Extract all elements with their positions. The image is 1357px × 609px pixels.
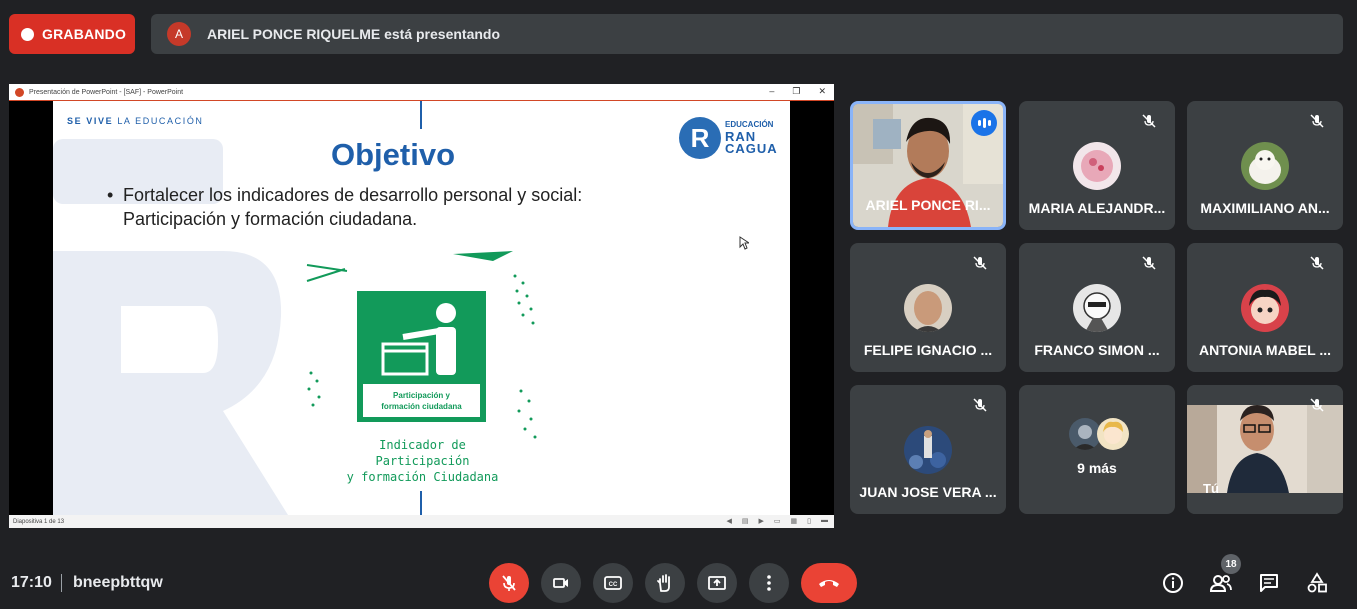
control-bar: 17:10 bneepbttqw CC 18 xyxy=(0,554,1357,609)
mic-off-icon xyxy=(502,575,516,591)
mic-off-icon xyxy=(1142,114,1156,128)
more-participants-tile[interactable]: 9 más xyxy=(1019,385,1175,514)
participant-name: MAXIMILIANO AN... xyxy=(1200,200,1330,216)
meet-window: GRABANDO A ARIEL PONCE RIQUELME está pre… xyxy=(0,0,1357,609)
present-icon xyxy=(708,576,726,590)
mic-off-icon xyxy=(973,256,987,270)
svg-text:CC: CC xyxy=(609,582,618,588)
more-options-button[interactable] xyxy=(749,563,789,603)
mic-off-icon xyxy=(1310,398,1324,412)
prev-slide-icon: ◀ xyxy=(726,518,732,525)
meeting-time: 17:10 xyxy=(11,574,52,591)
participant-count-badge: 18 xyxy=(1221,554,1241,574)
minimize-icon: – xyxy=(769,86,775,96)
participant-tile-presenter[interactable]: ARIEL PONCE RI... xyxy=(850,101,1006,230)
slide-bullet: • Fortalecer los indicadores de desarrol… xyxy=(107,185,583,229)
chat-icon xyxy=(1260,574,1278,592)
avatar xyxy=(904,284,952,332)
slide-title: Objetivo xyxy=(331,137,456,172)
self-view-tile[interactable]: Tú xyxy=(1187,385,1343,514)
powerpoint-window-title: Presentación de PowerPoint - [SAF] - Pow… xyxy=(29,88,184,96)
slide-menu-icon: ▤ xyxy=(741,518,749,525)
participant-tile[interactable]: MAXIMILIANO AN... xyxy=(1187,101,1343,230)
participant-tile[interactable]: JUAN JOSE VERA ... xyxy=(850,385,1006,514)
participant-tile[interactable]: FRANCO SIMON ... xyxy=(1019,243,1175,372)
powerpoint-icon xyxy=(15,87,24,97)
end-call-icon xyxy=(819,580,839,587)
mic-off-icon xyxy=(973,398,987,412)
chat-button[interactable] xyxy=(1256,570,1282,596)
participant-name: MARIA ALEJANDR... xyxy=(1028,200,1166,216)
participant-tile[interactable]: FELIPE IGNACIO ... xyxy=(850,243,1006,372)
participant-name: ANTONIA MABEL ... xyxy=(1199,342,1331,358)
end-call-button[interactable] xyxy=(801,563,857,603)
captions-button[interactable]: CC xyxy=(593,563,633,603)
raise-hand-icon xyxy=(657,574,670,592)
slide-divider-bottom xyxy=(420,491,422,515)
mic-off-icon xyxy=(1142,256,1156,270)
next-slide-icon: ▶ xyxy=(758,518,764,525)
participant-name: ARIEL PONCE RI... xyxy=(865,197,991,213)
mic-toggle-button[interactable] xyxy=(489,563,529,603)
participation-indicator-icon: Participación y formación ciudadana xyxy=(357,291,486,422)
avatar xyxy=(1241,284,1289,332)
divider xyxy=(61,574,62,592)
record-dot-icon xyxy=(21,27,34,41)
participant-tile[interactable]: MARIA ALEJANDR... xyxy=(1019,101,1175,230)
powerpoint-statusbar: Diapositiva 1 de 13 ◀ ▤ ▶ ▭ ▦ ▯ ▬ xyxy=(9,515,834,528)
info-icon xyxy=(1163,573,1183,593)
captions-icon: CC xyxy=(604,576,622,590)
activities-button[interactable] xyxy=(1304,570,1330,596)
close-icon: ✕ xyxy=(818,86,826,96)
speaking-indicator-icon xyxy=(971,110,997,136)
slide-tagline: SE VIVE LA EDUCACIÓN xyxy=(67,116,204,126)
participant-name: FRANCO SIMON ... xyxy=(1034,342,1160,358)
recording-label: GRABANDO xyxy=(42,26,127,42)
indicator-caption: Indicador de Participación y formación C… xyxy=(346,438,499,484)
avatar xyxy=(1097,418,1129,450)
self-label: Tú xyxy=(1203,481,1219,496)
restore-icon: ❐ xyxy=(792,86,801,96)
mic-off-icon xyxy=(1310,114,1324,128)
presenter-text: ARIEL PONCE RIQUELME está presentando xyxy=(207,26,501,42)
rancagua-logo: R xyxy=(679,117,721,159)
participant-tile[interactable]: ANTONIA MABEL ... xyxy=(1187,243,1343,372)
mouse-cursor-icon xyxy=(739,236,749,250)
present-button[interactable] xyxy=(697,563,737,603)
avatar xyxy=(1241,142,1289,190)
more-vert-icon xyxy=(767,575,771,591)
recording-indicator[interactable]: GRABANDO xyxy=(9,14,135,54)
sorter-view-icon: ▦ xyxy=(790,518,798,525)
slide: SE VIVE LA EDUCACIÓN Objetivo • Fortalec… xyxy=(53,101,790,515)
participant-name: FELIPE IGNACIO ... xyxy=(863,342,993,358)
participant-name: JUAN JOSE VERA ... xyxy=(859,484,997,500)
meeting-code: bneepbttqw xyxy=(73,574,163,591)
presenter-avatar: A xyxy=(167,22,191,46)
camera-icon xyxy=(553,578,568,588)
avatar xyxy=(1073,284,1121,332)
mic-off-icon xyxy=(1310,256,1324,270)
normal-view-icon: ▭ xyxy=(773,518,781,525)
shared-screen: Presentación de PowerPoint - [SAF] - Pow… xyxy=(9,84,834,528)
meeting-details-button[interactable] xyxy=(1160,570,1186,596)
indicator-box-label: Participación y formación ciudadana xyxy=(363,384,480,417)
raise-hand-button[interactable] xyxy=(645,563,685,603)
powerpoint-titlebar: Presentación de PowerPoint - [SAF] - Pow… xyxy=(9,84,834,101)
camera-toggle-button[interactable] xyxy=(541,563,581,603)
reading-view-icon: ▯ xyxy=(807,518,811,525)
more-participants-label: 9 más xyxy=(1077,460,1117,476)
rancagua-logo-text: EDUCACIÓN RAN CAGUA xyxy=(725,120,778,156)
people-icon xyxy=(1209,575,1232,592)
presenter-banner: A ARIEL PONCE RIQUELME está presentando xyxy=(151,14,1343,54)
activities-icon xyxy=(1307,572,1327,593)
slideshow-view-icon: ▬ xyxy=(821,517,828,524)
slide-divider-top xyxy=(420,101,422,129)
avatar xyxy=(1073,142,1121,190)
avatar xyxy=(904,426,952,474)
slide-counter: Diapositiva 1 de 13 xyxy=(13,518,65,525)
